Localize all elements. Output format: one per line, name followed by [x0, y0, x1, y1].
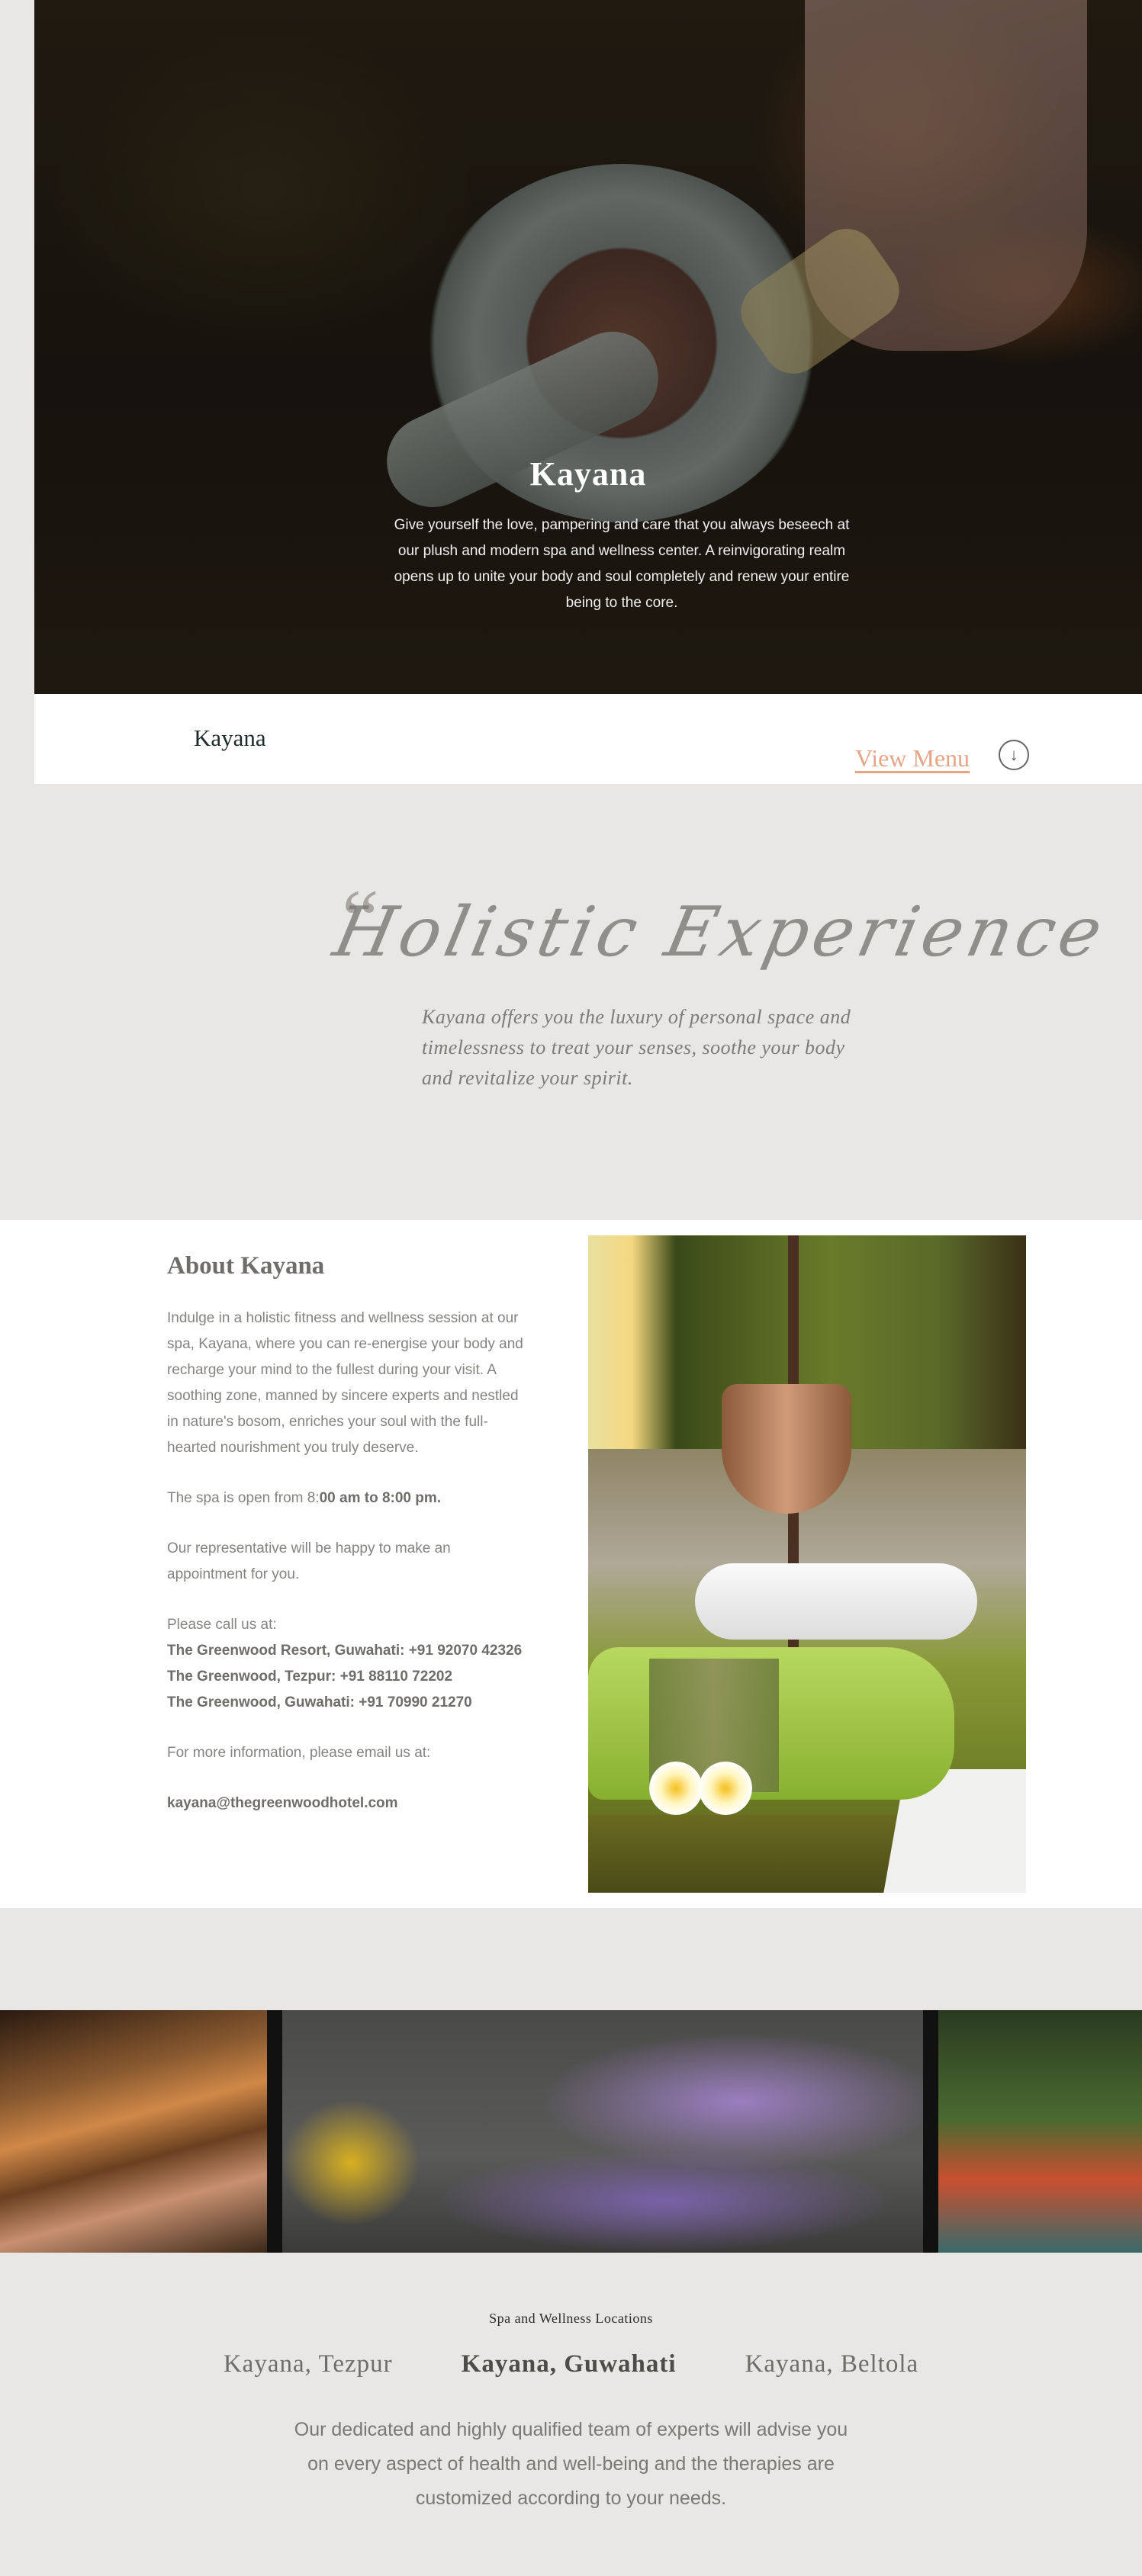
holistic-heading: Holistic Experience [327, 892, 1114, 972]
tab-kayana-beltola[interactable]: Kayana, Beltola [745, 2350, 919, 2378]
holistic-text: Kayana offers you the luxury of personal… [422, 1006, 851, 1089]
hero-description: Give yourself the love, pampering and ca… [394, 517, 850, 611]
email-label: For more information, please email us at… [167, 1745, 431, 1761]
hero-title: Kayana [529, 455, 647, 493]
about-title: About Kayana [167, 1252, 325, 1280]
tab-kayana-guwahati[interactable]: Kayana, Guwahati [462, 2350, 677, 2378]
tab-kayana-tezpur[interactable]: Kayana, Tezpur [224, 2350, 393, 2378]
about-section: About Kayana Indulge in a holistic fitne… [0, 1220, 1142, 1908]
image-gallery [0, 2010, 1142, 2253]
about-intro: Indulge in a holistic fitness and wellne… [167, 1310, 523, 1456]
locations-description: Our dedicated and highly qualified team … [294, 2419, 848, 2509]
gallery-image-treatment-room[interactable] [0, 2010, 267, 2253]
about-contacts: Please call us at: The Greenwood Resort,… [167, 1612, 533, 1716]
view-menu-link[interactable]: View Menu [855, 744, 970, 772]
about-body: Indulge in a holistic fitness and wellne… [167, 1306, 533, 1841]
contact-item: The Greenwood, Tezpur: +91 88110 72202 [167, 1669, 453, 1685]
locations-heading: Spa and Wellness Locations [489, 2311, 653, 2326]
section-navbar: Kayana View Menu ↓ [34, 694, 1142, 784]
email-link[interactable]: kayana@thegreenwoodhotel.com [167, 1791, 533, 1816]
gallery-image-lavender-oil[interactable] [282, 2010, 923, 2253]
chevron-down-circle-icon[interactable]: ↓ [999, 740, 1029, 770]
call-label: Please call us at: [167, 1617, 277, 1633]
about-hours: The spa is open from 8:00 am to 8:00 pm. [167, 1490, 442, 1506]
gallery-image-poolside[interactable] [938, 2010, 1142, 2253]
contact-item: The Greenwood Resort, Guwahati: +91 9207… [167, 1643, 523, 1659]
brand-name: Kayana [194, 724, 266, 751]
hero-banner: Kayana Give yourself the love, pampering… [34, 0, 1142, 694]
about-representative: Our representative will be happy to make… [167, 1540, 451, 1582]
locations-tabs: Kayana, Tezpur Kayana, Guwahati Kayana, … [0, 2350, 1142, 2378]
spa-treatment-image [588, 1235, 1026, 1893]
contact-item: The Greenwood, Guwahati: +91 70990 21270 [167, 1694, 472, 1710]
